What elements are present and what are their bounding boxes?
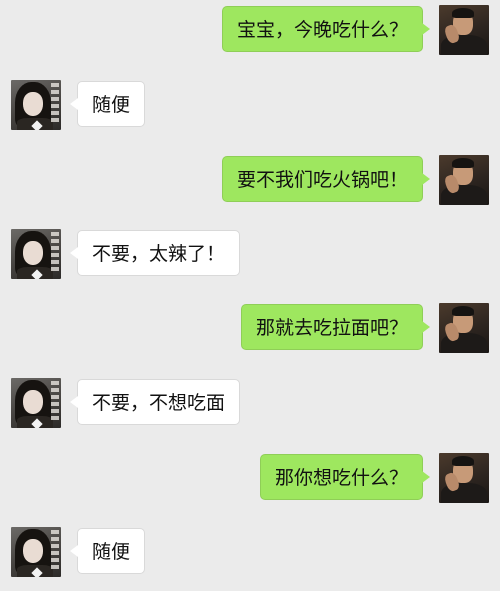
message-row-received: 不要，太辣了！ — [0, 229, 500, 279]
message-row-received: 随便 — [0, 527, 500, 577]
message-row-received: 不要，不想吃面 — [0, 378, 500, 428]
female-avatar-icon[interactable] — [11, 229, 61, 279]
message-bubble-sent[interactable]: 要不我们吃火锅吧！ — [221, 156, 431, 202]
message-row-sent: 那你想吃什么？ — [0, 453, 500, 503]
message-bubble-received[interactable]: 随便 — [69, 528, 146, 574]
message-row-sent: 那就去吃拉面吧？ — [0, 303, 500, 353]
message-bubble-received[interactable]: 不要，不想吃面 — [69, 379, 241, 425]
message-bubble-sent[interactable]: 宝宝，今晚吃什么？ — [221, 6, 431, 52]
male-avatar-icon[interactable] — [439, 303, 489, 353]
male-avatar-icon[interactable] — [439, 5, 489, 55]
message-bubble-sent[interactable]: 那你想吃什么？ — [259, 454, 431, 500]
female-avatar-icon[interactable] — [11, 527, 61, 577]
male-avatar-icon[interactable] — [439, 453, 489, 503]
male-avatar-icon[interactable] — [439, 155, 489, 205]
female-avatar-icon[interactable] — [11, 378, 61, 428]
message-bubble-sent[interactable]: 那就去吃拉面吧？ — [240, 304, 431, 350]
message-row-sent: 宝宝，今晚吃什么？ — [0, 5, 500, 55]
message-bubble-received[interactable]: 不要，太辣了！ — [69, 230, 241, 276]
message-row-sent: 要不我们吃火锅吧！ — [0, 155, 500, 205]
message-bubble-received[interactable]: 随便 — [69, 81, 146, 127]
female-avatar-icon[interactable] — [11, 80, 61, 130]
message-row-received: 随便 — [0, 80, 500, 130]
